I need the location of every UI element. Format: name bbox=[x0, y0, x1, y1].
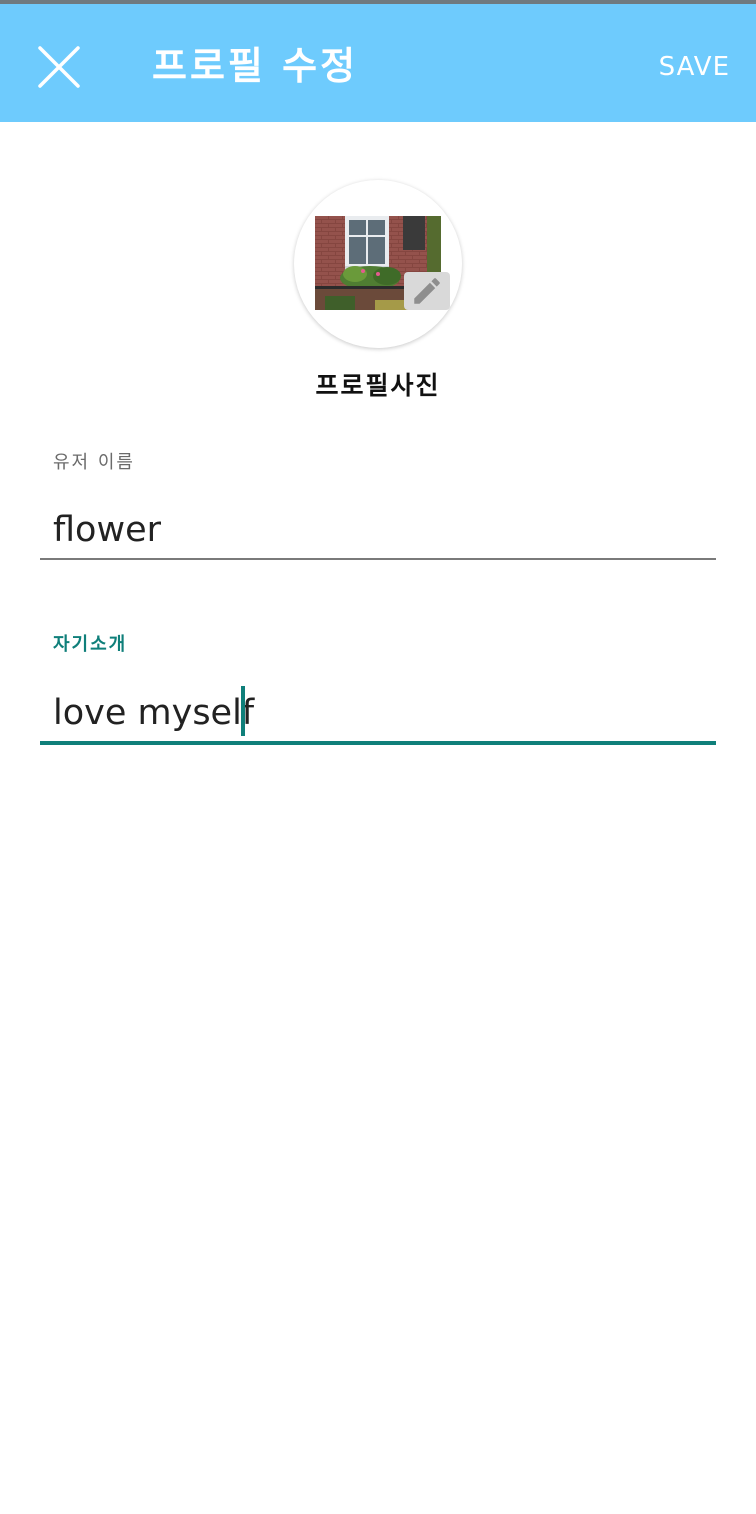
bio-underline bbox=[40, 741, 716, 745]
close-icon bbox=[38, 46, 80, 88]
username-label: 유저 이름 bbox=[53, 452, 135, 473]
profile-photo-button[interactable] bbox=[294, 180, 462, 348]
text-cursor bbox=[241, 686, 245, 736]
edit-photo-badge[interactable] bbox=[404, 272, 450, 310]
page-title: 프로필 수정 bbox=[152, 44, 359, 88]
save-button[interactable]: SAVE bbox=[659, 46, 730, 88]
bio-input[interactable] bbox=[40, 683, 716, 743]
close-button[interactable] bbox=[28, 36, 90, 98]
username-input[interactable] bbox=[40, 500, 716, 560]
app-bar: 프로필 수정 SAVE bbox=[0, 4, 756, 122]
pencil-icon bbox=[414, 278, 440, 304]
profile-photo-label: 프로필사진 bbox=[315, 371, 441, 400]
bio-label: 자기소개 bbox=[53, 634, 128, 655]
username-underline bbox=[40, 558, 716, 560]
